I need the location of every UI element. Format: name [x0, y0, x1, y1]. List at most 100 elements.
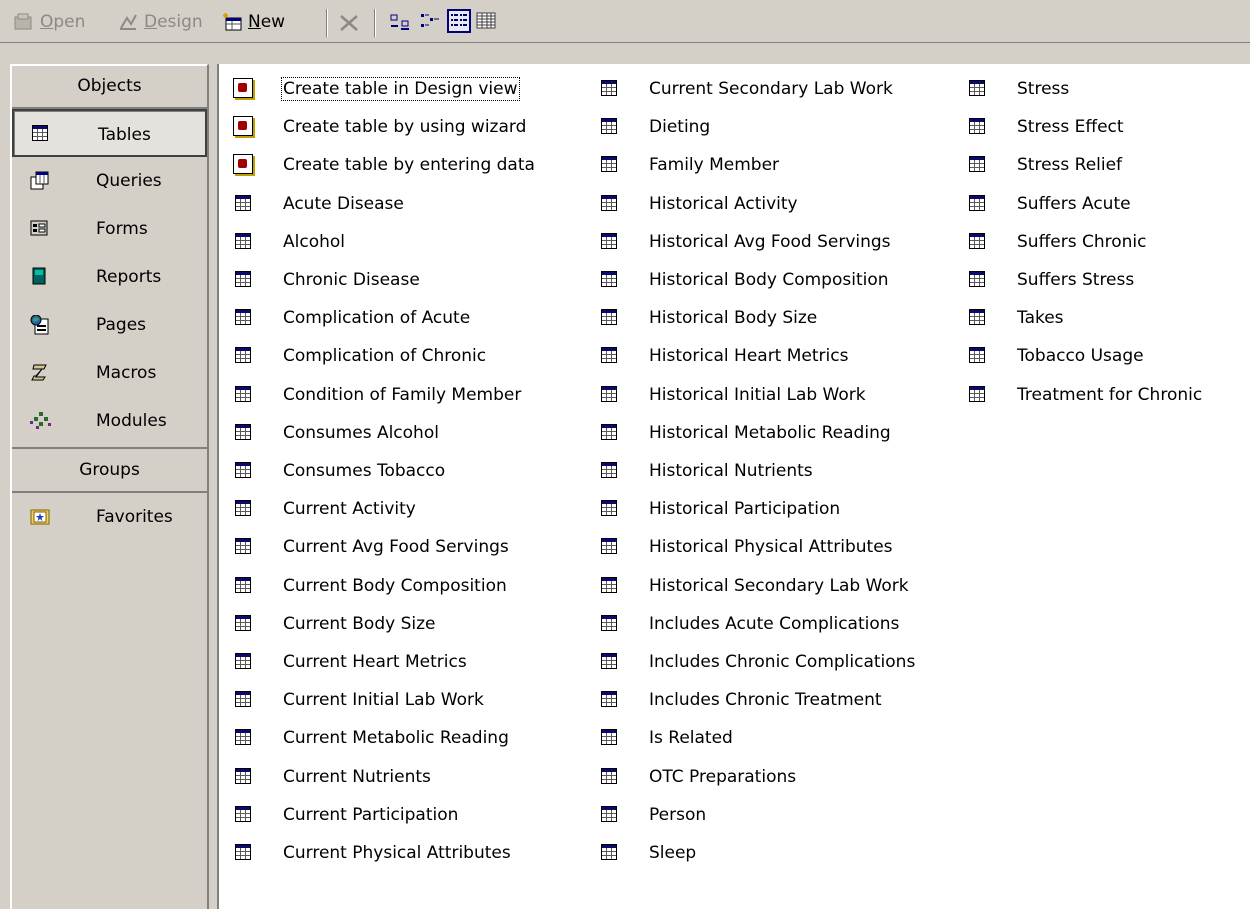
table-list-item[interactable]: Current Physical Attributes [233, 837, 573, 869]
table-name: Chronic Disease [283, 270, 420, 290]
list-view-button[interactable] [447, 9, 471, 33]
sidebar-item-modules[interactable]: Modules [12, 397, 207, 445]
table-list-item[interactable]: Includes Chronic Treatment [599, 684, 939, 716]
table-list-item[interactable]: Historical Participation [599, 493, 939, 525]
table-icon [235, 347, 251, 364]
table-list-item[interactable]: Current Avg Food Servings [233, 531, 573, 563]
table-list-item[interactable]: Historical Avg Food Servings [599, 226, 939, 258]
table-list-item[interactable]: Current Metabolic Reading [233, 722, 573, 754]
table-list-item[interactable]: Suffers Acute [967, 188, 1250, 220]
table-name: Historical Participation [649, 499, 841, 520]
sidebar-item-favorites[interactable]: Favorites [12, 493, 207, 541]
sidebar-item-forms[interactable]: Forms [12, 205, 207, 253]
open-button[interactable]: Open [14, 9, 85, 35]
table-name: Historical Initial Lab Work [649, 384, 866, 405]
table-icon [601, 385, 617, 402]
table-list-item[interactable]: Current Body Size [233, 608, 573, 640]
table-list-item[interactable]: Historical Activity [599, 188, 939, 220]
table-list-item[interactable]: Historical Body Size [599, 302, 939, 334]
table-list-item[interactable]: Historical Secondary Lab Work [599, 570, 939, 602]
table-list-item[interactable]: Chronic Disease [233, 264, 573, 296]
table-list-item[interactable]: Takes [967, 302, 1250, 334]
table-name: Complication of Chronic [283, 346, 487, 367]
table-list-item[interactable]: Current Secondary Lab Work [599, 73, 939, 105]
groups-header[interactable]: Groups [12, 447, 207, 493]
table-name: Current Heart Metrics [283, 652, 467, 672]
table-list-item[interactable]: Suffers Chronic [967, 226, 1250, 258]
table-name: Stress [1017, 79, 1070, 99]
table-icon [969, 156, 985, 173]
table-icon [601, 347, 617, 364]
table-list-item[interactable]: Current Activity [233, 493, 573, 525]
table-list-item[interactable]: Current Body Composition [233, 570, 573, 602]
table-list-item[interactable]: Historical Nutrients [599, 455, 939, 487]
shortcut-label: Create table in Design view [281, 77, 520, 101]
table-list-item[interactable]: Consumes Alcohol [233, 417, 573, 449]
sidebar-item-pages[interactable]: Pages [12, 301, 207, 349]
table-list-item[interactable]: Includes Chronic Complications [599, 646, 939, 678]
objects-bar: Objects Tables Queries Forms Reports Pag… [10, 64, 209, 909]
table-list-item[interactable]: Stress Relief [967, 149, 1250, 181]
objects-header[interactable]: Objects [12, 65, 207, 109]
table-list-item[interactable]: Condition of Family Member [233, 379, 573, 411]
table-icon [235, 805, 251, 822]
table-name: Acute Disease [283, 193, 404, 214]
table-list-item[interactable]: Current Nutrients [233, 761, 573, 793]
sidebar-item-label: Macros [96, 363, 157, 383]
sidebar-item-tables[interactable]: Tables [12, 109, 207, 157]
table-name: Current Body Composition [283, 575, 507, 596]
create-table-shortcut[interactable]: Create table in Design view [233, 73, 573, 105]
table-icon [235, 576, 251, 593]
table-list-item[interactable]: Historical Initial Lab Work [599, 379, 939, 411]
create-table-shortcut[interactable]: Create table by entering data [233, 149, 573, 181]
table-list-item[interactable]: Current Participation [233, 799, 573, 831]
table-name: Current Participation [283, 804, 459, 825]
create-table-shortcut[interactable]: Create table by using wizard [233, 111, 573, 143]
delete-button[interactable] [338, 9, 364, 35]
table-icon [601, 500, 617, 517]
table-list-item[interactable]: Treatment for Chronic [967, 379, 1250, 411]
table-list-item[interactable]: Current Initial Lab Work [233, 684, 573, 716]
design-button[interactable]: Design [118, 9, 203, 35]
table-list-item[interactable]: Historical Physical Attributes [599, 531, 939, 563]
small-icons-view-button[interactable] [418, 9, 442, 33]
table-list-item[interactable]: Acute Disease [233, 188, 573, 220]
table-list-item[interactable]: Stress Effect [967, 111, 1250, 143]
table-list-item[interactable]: OTC Preparations [599, 761, 939, 793]
table-list-item[interactable]: Is Related [599, 722, 939, 754]
module-icon [30, 411, 51, 429]
table-list-item[interactable]: Historical Body Composition [599, 264, 939, 296]
table-list-item[interactable]: Complication of Chronic [233, 340, 573, 372]
table-list-item[interactable]: Alcohol [233, 226, 573, 258]
table-list-item[interactable]: Historical Heart Metrics [599, 340, 939, 372]
sidebar-item-label: Tables [98, 125, 151, 145]
table-list-item[interactable]: Stress [967, 73, 1250, 105]
table-icon [601, 576, 617, 593]
large-icons-view-button[interactable] [388, 9, 412, 33]
table-list-item[interactable]: Family Member [599, 149, 939, 181]
table-list-item[interactable]: Consumes Tobacco [233, 455, 573, 487]
table-list-item[interactable]: Suffers Stress [967, 264, 1250, 296]
table-list-item[interactable]: Historical Metabolic Reading [599, 417, 939, 449]
table-icon [601, 462, 617, 478]
table-name: Includes Chronic Complications [649, 652, 916, 672]
table-list-item[interactable]: Includes Acute Complications [599, 608, 939, 640]
table-name: Suffers Chronic [1017, 231, 1147, 252]
sidebar-item-queries[interactable]: Queries [12, 157, 207, 205]
table-list-item[interactable]: Person [599, 799, 939, 831]
table-list-item[interactable]: Complication of Acute [233, 302, 573, 334]
table-list-item[interactable]: Sleep [599, 837, 939, 869]
table-list-item[interactable]: Current Heart Metrics [233, 646, 573, 678]
sidebar-item-macros[interactable]: Macros [12, 349, 207, 397]
table-name: Historical Body Size [649, 308, 818, 329]
sidebar-item-reports[interactable]: Reports [12, 253, 207, 301]
table-list-item[interactable]: Dieting [599, 111, 939, 143]
table-name: Sleep [649, 843, 697, 863]
new-button[interactable]: New [222, 9, 285, 35]
new-label: New [248, 12, 286, 32]
table-list-item[interactable]: Tobacco Usage [967, 340, 1250, 372]
details-view-icon [476, 12, 496, 29]
delete-x-icon [338, 13, 358, 31]
table-name: Consumes Alcohol [283, 422, 439, 443]
details-view-button[interactable] [474, 9, 498, 33]
